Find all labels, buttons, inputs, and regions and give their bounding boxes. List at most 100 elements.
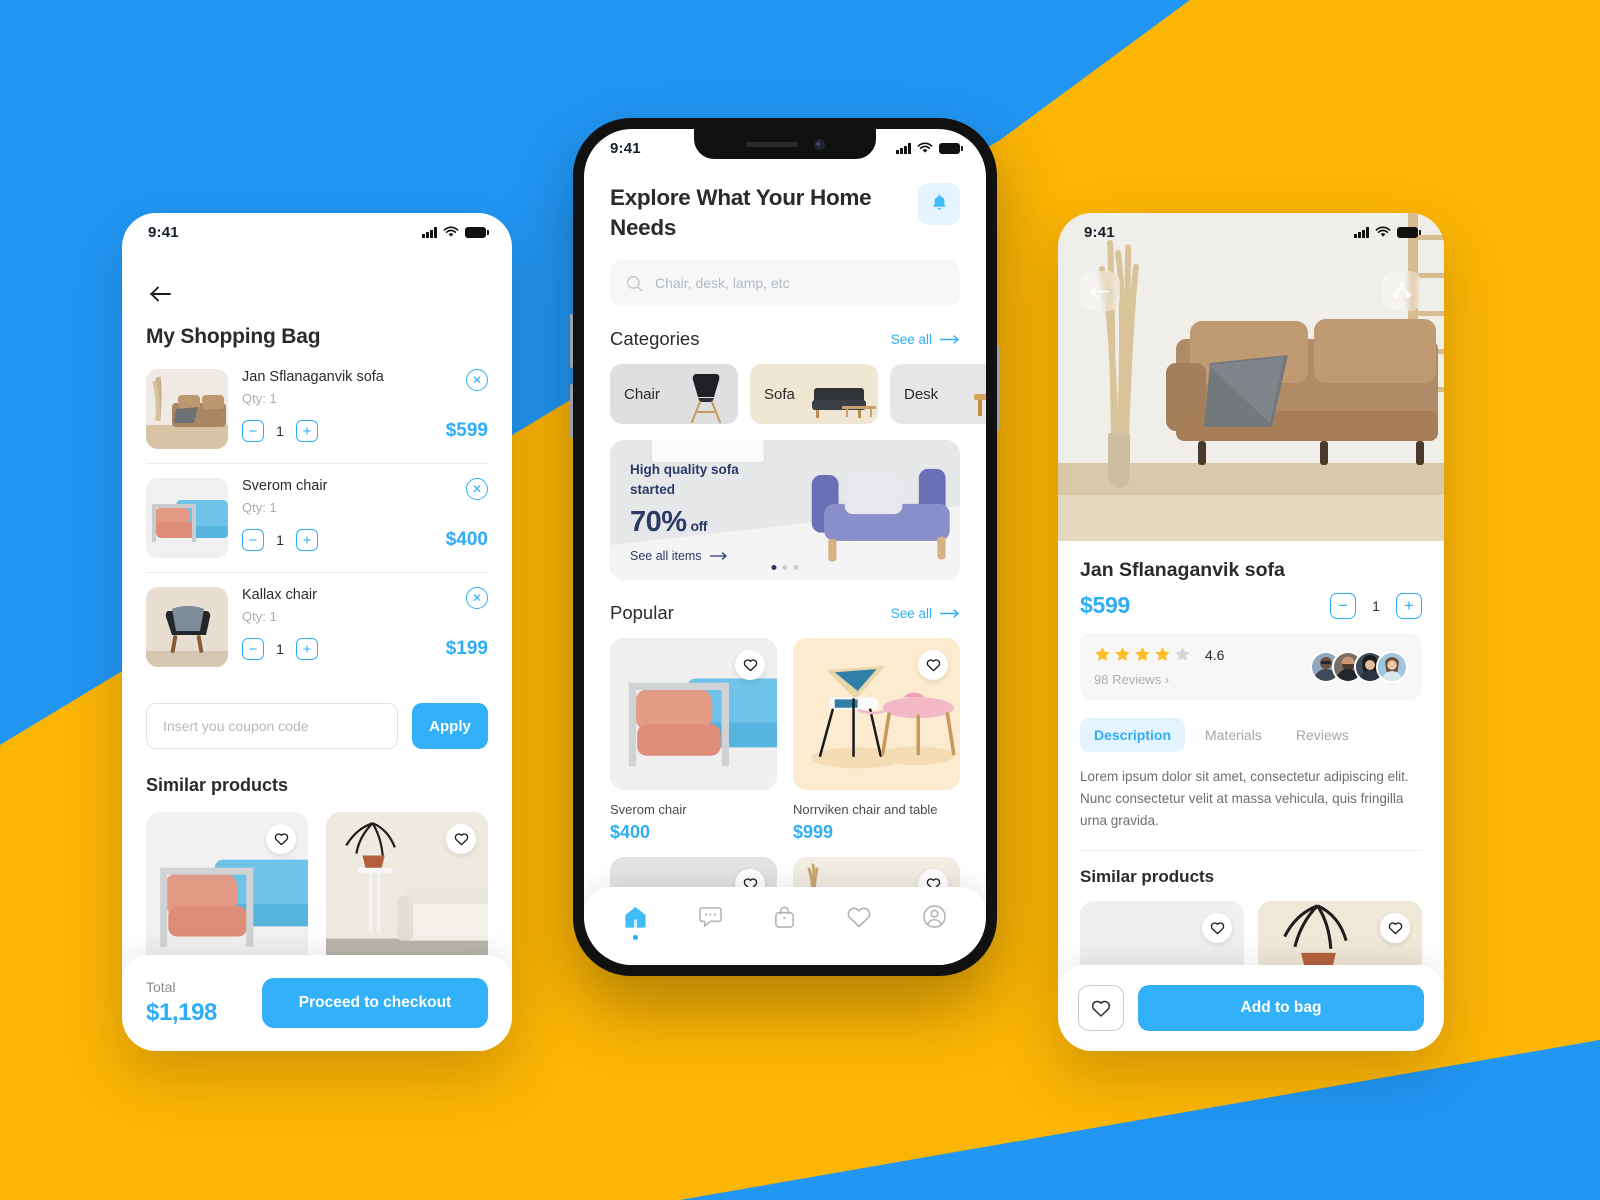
see-all-popular-link[interactable]: See all [891,606,960,621]
tab-materials[interactable]: Materials [1191,718,1276,752]
star-filled-icon [1155,647,1170,661]
category-label: Desk [904,385,939,403]
popular-title: Popular [610,602,674,624]
desk-icon [974,394,986,417]
quantity-stepper: − 1 + [242,420,318,442]
categories-header: Categories See all [610,328,960,350]
table-row[interactable]: Jan Sflanaganvik sofa Qty: 1 − 1 + $599 … [146,355,488,464]
see-all-items-label: See all items [630,548,702,563]
heart-icon [926,659,940,672]
rating-left: 4.6 98 Reviews › [1094,646,1224,688]
list-item[interactable]: Sverom chair $400 [610,638,777,843]
add-to-bag-button[interactable]: Add to bag [1138,985,1424,1031]
increase-quantity-button[interactable]: + [1396,592,1422,619]
favorite-button[interactable] [266,824,296,854]
tab-reviews[interactable]: Reviews [1282,718,1363,752]
arrow-left-icon [1090,284,1110,298]
cart-item-info: Kallax chair Qty: 1 − 1 + $199 ✕ [242,587,488,667]
rating-card: 4.6 98 Reviews › [1080,633,1422,700]
battery-icon [465,227,489,238]
table-row[interactable]: Kallax chair Qty: 1 − 1 + $199 ✕ [146,573,488,681]
share-button[interactable] [1382,271,1422,311]
total-block: Total $1,198 [146,979,217,1027]
quantity-value: 1 [1372,597,1380,614]
category-card-sofa[interactable]: Sofa [750,364,878,425]
add-to-favorites-button[interactable] [1078,985,1124,1031]
wifi-icon [443,226,459,237]
cart-item-info: Jan Sflanaganvik sofa Qty: 1 − 1 + $599 … [242,369,488,449]
decrease-quantity-button[interactable]: − [242,638,264,660]
coupon-input[interactable] [146,703,398,749]
home-icon [625,906,646,928]
product-name: Norrviken chair and table [793,802,938,818]
category-list: Chair Sofa Desk [610,364,986,425]
product-price: $999 [793,822,834,843]
promo-off-label: off [690,517,708,534]
tab-favorites[interactable] [846,905,872,940]
remove-item-button[interactable]: ✕ [466,478,488,500]
promo-percent: 70% off [630,506,739,539]
total-label: Total [146,979,176,995]
tab-profile[interactable] [922,904,947,940]
back-button[interactable] [1080,271,1120,311]
star-filled-icon [1095,647,1110,661]
list-item[interactable]: Norrviken chair and table $999 [793,638,960,843]
apply-coupon-button[interactable]: Apply [412,703,488,749]
star-rating [1094,646,1191,663]
category-label: Chair [624,385,660,403]
search-input[interactable]: Chair, desk, lamp, etc [610,260,960,307]
active-indicator-dot [633,934,638,940]
product-thumbnail [146,478,228,558]
increase-quantity-button[interactable]: + [296,420,318,442]
product-price-row: $599 − 1 + [1080,592,1422,619]
tab-bag[interactable] [773,905,796,940]
product-price: $400 [445,529,488,550]
decrease-quantity-button[interactable]: − [1330,592,1356,619]
battery-icon [939,143,963,154]
cart-screen: 9:41 My Shopping Bag Jan Sflanaganvik so… [122,213,512,1051]
decrease-quantity-button[interactable]: − [242,420,264,442]
bell-icon [932,194,946,210]
status-time: 9:41 [148,223,179,241]
increase-quantity-button[interactable]: + [296,638,318,660]
heart-icon [847,907,871,927]
bag-icon [775,906,794,928]
remove-item-button[interactable]: ✕ [466,587,488,609]
tab-home[interactable] [623,905,648,940]
proceed-to-checkout-button[interactable]: Proceed to checkout [262,978,488,1028]
see-all-label: See all [890,605,932,621]
cart-item-info: Sverom chair Qty: 1 − 1 + $400 ✕ [242,478,488,558]
category-card-chair[interactable]: Chair [610,364,738,425]
signal-icon [1354,227,1369,238]
category-card-desk[interactable]: Desk [890,364,986,425]
back-button[interactable] [146,279,176,309]
product-thumbnail [146,587,228,667]
cart-item-controls: − 1 + $599 [242,420,488,442]
favorite-button[interactable] [1202,912,1232,943]
product-qty-label: Qty: 1 [242,609,277,624]
sofa-icon [812,388,876,419]
arrow-right-icon [709,551,727,560]
profile-icon [923,905,946,928]
see-all-items-link[interactable]: See all items [630,549,739,563]
arrow-right-icon [940,335,959,344]
tab-description[interactable]: Description [1080,718,1186,752]
table-row[interactable]: Sverom chair Qty: 1 − 1 + $400 ✕ [146,464,488,573]
increase-quantity-button[interactable]: + [296,529,318,551]
tab-chat[interactable] [698,905,723,940]
see-all-categories-link[interactable]: See all [891,332,960,347]
favorite-button[interactable] [1380,912,1410,943]
list-item[interactable] [326,812,488,972]
remove-item-button[interactable]: ✕ [466,369,488,391]
reviewer-avatars[interactable] [1310,650,1408,683]
favorite-button[interactable] [446,824,476,854]
notifications-button[interactable] [918,183,960,225]
product-description: Lorem ipsum dolor sit amet, consectetur … [1080,769,1409,828]
reviews-link[interactable]: 98 Reviews › [1094,672,1224,687]
home-screen: 9:41 Explore What Your Home Needs Chair,… [584,129,986,965]
promo-banner[interactable]: High quality sofa started 70% off See all… [610,440,960,581]
decrease-quantity-button[interactable]: − [242,529,264,551]
list-item[interactable] [146,812,308,972]
power-button[interactable] [997,346,1000,430]
carousel-dots[interactable] [771,565,799,571]
